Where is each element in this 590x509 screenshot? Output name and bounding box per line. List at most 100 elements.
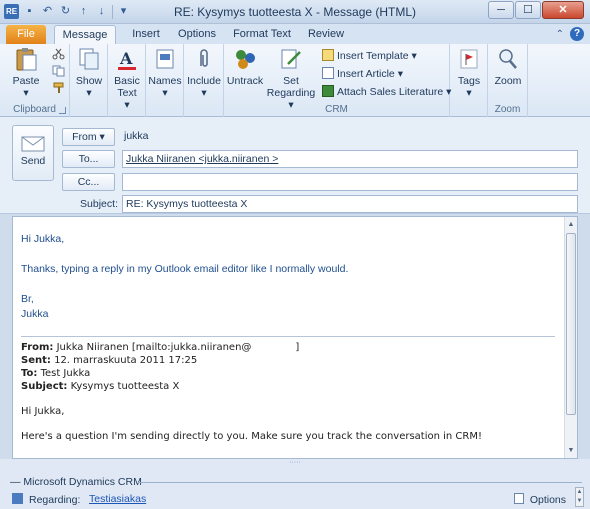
- tags-button[interactable]: Tags ▾: [452, 46, 486, 99]
- tab-insert[interactable]: Insert: [122, 25, 170, 44]
- crm-regarding-link[interactable]: Testiasiakas: [89, 493, 146, 505]
- scroll-thumb[interactable]: [566, 233, 576, 415]
- crm-pane: ····· — Microsoft Dynamics CRM Regarding…: [0, 459, 590, 509]
- copy-icon[interactable]: [52, 65, 65, 77]
- tags-label: Tags: [457, 75, 481, 87]
- crm-options-button[interactable]: Options: [513, 493, 566, 506]
- orig-to-label: To:: [21, 368, 38, 379]
- orig-sent-value: 12. marraskuuta 2011 17:25: [54, 355, 198, 366]
- orig-from-end: ]: [295, 342, 300, 353]
- reply-signature: Jukka: [21, 308, 49, 320]
- tab-file[interactable]: File: [6, 25, 46, 44]
- quote-divider: [21, 336, 555, 337]
- crm-title-line: [138, 482, 582, 483]
- insert-article-button[interactable]: Insert Article ▾: [322, 66, 403, 82]
- original-message: From: Jukka Niiranen [mailto:jukka.niira…: [21, 341, 557, 443]
- crm-regarding-icon: [12, 493, 23, 504]
- tab-format-text[interactable]: Format Text: [228, 25, 296, 44]
- article-icon: [322, 67, 334, 79]
- include-button[interactable]: Include ▾: [186, 46, 222, 99]
- minimize-ribbon-icon[interactable]: ⌃: [556, 29, 564, 40]
- format-painter-icon[interactable]: [52, 82, 65, 94]
- reply-text: Hi Jukka, Thanks, typing a reply in my O…: [21, 232, 348, 322]
- zoom-group: Zoom Zoom: [488, 44, 528, 117]
- maximize-button[interactable]: ☐: [515, 1, 541, 19]
- attach-sales-literature-button[interactable]: Attach Sales Literature ▾: [322, 84, 451, 100]
- crm-pane-title: — Microsoft Dynamics CRM: [10, 476, 142, 488]
- minimize-button[interactable]: ─: [488, 1, 514, 19]
- orig-greeting: Hi Jukka,: [21, 406, 65, 417]
- zoom-button[interactable]: Zoom: [490, 46, 526, 87]
- set-regarding-label: Set Regarding: [266, 75, 316, 99]
- subject-field[interactable]: RE: Kysymys tuotteesta X: [122, 195, 578, 213]
- clipboard-launcher-icon[interactable]: [59, 107, 66, 114]
- send-label: Send: [20, 155, 46, 167]
- orig-sent-label: Sent:: [21, 355, 51, 366]
- ribbon-tabs: File Message Insert Options Format Text …: [0, 24, 590, 44]
- basic-text-icon: A: [118, 49, 136, 70]
- insert-template-button[interactable]: Insert Template ▾: [322, 48, 417, 64]
- names-label: Names: [148, 75, 182, 87]
- tags-group: Tags ▾: [450, 44, 488, 117]
- from-value: jukka: [124, 130, 149, 142]
- set-regarding-button[interactable]: Set Regarding ▾: [266, 46, 316, 111]
- subject-label: Subject:: [80, 198, 118, 210]
- insert-template-label: Insert Template: [337, 50, 409, 62]
- from-button-label: From: [72, 131, 97, 143]
- paste-label: Paste: [12, 75, 40, 87]
- show-label: Show: [75, 75, 103, 87]
- set-regarding-icon: [281, 49, 301, 69]
- window-controls: ─ ☐ ✕: [488, 1, 584, 19]
- untrack-label: Untrack: [226, 75, 264, 87]
- crm-group: Untrack Set Regarding ▾ Insert Template …: [224, 44, 451, 117]
- names-group: Names ▾: [146, 44, 184, 117]
- orig-to-value: Test Jukka: [40, 368, 91, 379]
- tab-review[interactable]: Review: [302, 25, 350, 44]
- tab-message[interactable]: Message: [54, 25, 116, 44]
- paste-button[interactable]: Paste ▾: [4, 46, 48, 99]
- title-bar: RE ▪ ↶ ↻ ↑ ↓ ▾ RE: Kysymys tuotteesta X …: [0, 0, 590, 24]
- reply-message: Thanks, typing a reply in my Outlook ema…: [21, 263, 349, 275]
- tab-options[interactable]: Options: [172, 25, 222, 44]
- body-scrollbar[interactable]: ▲ ▼: [564, 217, 577, 458]
- send-button[interactable]: Send: [12, 125, 54, 181]
- flag-icon: [460, 49, 478, 69]
- cc-field[interactable]: [122, 173, 578, 191]
- show-icon: [79, 48, 99, 70]
- recipient-chip[interactable]: Jukka Niiranen <jukka.niiranen >: [126, 153, 278, 165]
- paperclip-icon: [200, 49, 208, 67]
- magnifier-icon: [499, 49, 517, 69]
- crm-scrollbar[interactable]: ▲ ▼: [575, 487, 584, 507]
- scroll-up-icon[interactable]: ▲: [565, 218, 577, 231]
- help-icon[interactable]: ?: [570, 27, 584, 41]
- scroll-down-icon[interactable]: ▼: [565, 444, 577, 457]
- cut-icon[interactable]: [52, 48, 65, 60]
- orig-from-value: Jukka Niiranen [mailto:jukka.niiranen@: [56, 342, 252, 353]
- template-icon: [322, 49, 334, 61]
- to-field[interactable]: Jukka Niiranen <jukka.niiranen >: [122, 150, 578, 168]
- basic-text-label: Basic Text: [114, 75, 140, 99]
- untrack-button[interactable]: Untrack: [226, 46, 264, 87]
- include-group: Include ▾: [184, 44, 224, 117]
- pane-splitter[interactable]: ·····: [0, 459, 590, 469]
- close-button[interactable]: ✕: [542, 1, 584, 19]
- zoom-group-label: Zoom: [494, 104, 521, 115]
- basic-text-button[interactable]: A Basic Text ▾: [110, 46, 144, 111]
- basic-text-group: A Basic Text ▾: [108, 44, 146, 117]
- names-button[interactable]: Names ▾: [148, 46, 182, 99]
- show-button[interactable]: Show ▾: [72, 46, 106, 99]
- from-button[interactable]: From ▾: [62, 128, 115, 146]
- address-book-icon: [156, 49, 174, 69]
- crm-regarding-label: Regarding:: [29, 494, 81, 506]
- sales-literature-icon: [322, 85, 334, 97]
- orig-from-label: From:: [21, 342, 54, 353]
- include-label: Include: [187, 75, 221, 87]
- to-button[interactable]: To...: [62, 150, 115, 168]
- svg-text:A: A: [119, 49, 133, 68]
- ribbon: Paste ▾ Clipboard Show ▾ A Basic Text ▾ Nam…: [0, 44, 590, 117]
- cc-button[interactable]: Cc...: [62, 173, 115, 191]
- envelope-icon: [21, 136, 45, 152]
- attach-sales-literature-label: Attach Sales Literature: [337, 86, 444, 98]
- untrack-icon: [236, 50, 255, 69]
- message-body[interactable]: Hi Jukka, Thanks, typing a reply in my O…: [12, 216, 578, 459]
